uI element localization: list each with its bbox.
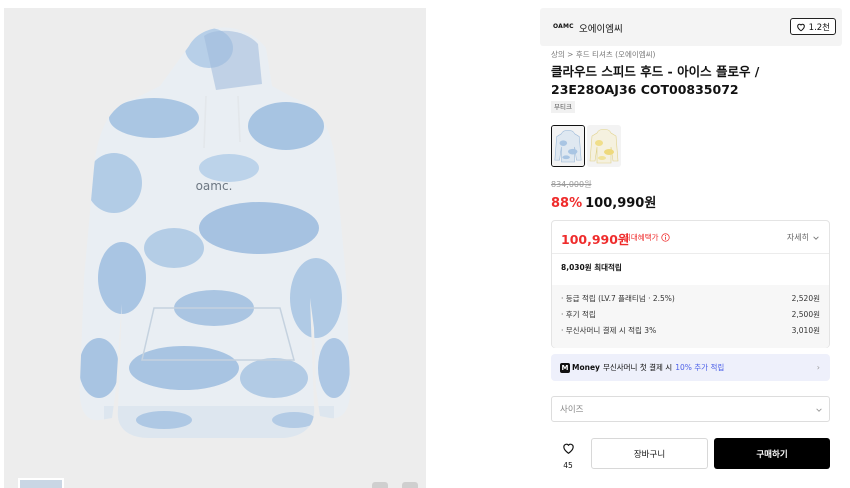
money-promo-accent: 10% 추가 적립 [675, 363, 725, 372]
benefit-box: 100,990원 최대혜택가 자세히 8,030원 최대적립 · 등급 적립 (… [551, 220, 830, 348]
accrue-line-label: · 등급 적립 (LV.7 플래티넘 · 2.5%) [561, 294, 675, 303]
money-promo-text: 무신사머니 첫 결제 시 [602, 363, 673, 372]
color-option-yellow[interactable] [587, 125, 621, 167]
chevron-down-icon [813, 235, 819, 240]
accrue-line: · 무신사머니 결제 시 적립 3% 3,010원 [561, 325, 820, 337]
max-accrue-points: 8,030원 최대적립 [561, 263, 622, 272]
accrue-line: · 등급 적립 (LV.7 플래티넘 · 2.5%) 2,520원 [561, 293, 820, 305]
sale-price: 100,990원 [585, 196, 657, 211]
product-like-button[interactable]: 45 [558, 440, 578, 472]
gallery-next-button[interactable] [402, 482, 418, 488]
price-row: 88% 100,990원 [551, 192, 656, 211]
accrue-line-label: · 무신사머니 결제 시 적립 3% [561, 326, 657, 335]
benefit-detail-label: 자세히 [786, 233, 809, 242]
product-image-gallery[interactable]: oamc. [4, 8, 426, 488]
product-info-panel: OAMC 오에이엠씨 1.2천 상의 > 후드 티셔츠 (오에이엠씨) 클라우드… [540, 8, 842, 488]
benefit-detail-toggle[interactable]: 자세히 [787, 232, 820, 243]
brand-header: OAMC 오에이엠씨 1.2천 [540, 8, 842, 46]
color-option-blue[interactable] [551, 125, 585, 167]
accrue-line-value: 3,010원 [791, 326, 820, 335]
color-option-blue-image [552, 126, 584, 166]
size-select[interactable]: 사이즈 [551, 396, 830, 422]
product-like-count: 45 [563, 461, 573, 470]
discount-rate: 88% [551, 196, 583, 211]
buy-now-button[interactable]: 구매하기 [714, 438, 830, 469]
gallery-thumbnail[interactable] [18, 478, 64, 488]
chevron-right-icon: › [816, 363, 820, 372]
product-main-image: oamc. [79, 27, 351, 438]
accrue-line-label: · 후기 적립 [561, 310, 596, 319]
accrue-line-value: 2,520원 [791, 294, 820, 303]
chevron-down-icon [816, 408, 822, 412]
info-icon [660, 233, 670, 242]
max-benefit-label[interactable]: 최대혜택가 [624, 232, 670, 243]
money-logo-icon: M Money [560, 362, 600, 373]
max-benefit-label-text: 최대혜택가 [624, 233, 659, 242]
product-title: 클라우드 스피드 후드 - 아이스 플로우 / 23E28OAJ36 COT00… [551, 64, 760, 97]
brand-like-button[interactable]: 1.2천 [789, 18, 836, 35]
add-to-cart-button[interactable]: 장바구니 [591, 438, 708, 469]
heart-icon [562, 443, 574, 454]
size-select-placeholder: 사이즈 [560, 405, 584, 415]
hoodie-print-text: oamc. [196, 179, 233, 193]
boutique-badge: 부티크 [551, 101, 575, 113]
brand-name-link[interactable]: 오에이엠씨 [579, 21, 623, 35]
max-benefit-price: 100,990원 [561, 232, 630, 247]
breadcrumb[interactable]: 상의 > 후드 티셔츠 (오에이엠씨) [551, 49, 655, 60]
benefit-divider [552, 253, 829, 254]
accrue-line: · 후기 적립 2,500원 [561, 309, 820, 321]
color-option-yellow-image [587, 125, 621, 167]
money-promo-banner[interactable]: M Money 무신사머니 첫 결제 시 10% 추가 적립 › [551, 354, 830, 381]
brand-like-count: 1.2천 [808, 22, 830, 33]
heart-icon [796, 23, 805, 31]
accrue-line-value: 2,500원 [791, 310, 820, 319]
gallery-prev-button[interactable] [372, 482, 388, 488]
original-price: 834,000원 [551, 180, 592, 189]
accrue-breakdown: · 등급 적립 (LV.7 플래티넘 · 2.5%) 2,520원 · 후기 적… [552, 285, 829, 348]
brand-logo[interactable]: OAMC [553, 23, 574, 30]
money-logo-text: Money [572, 363, 600, 372]
